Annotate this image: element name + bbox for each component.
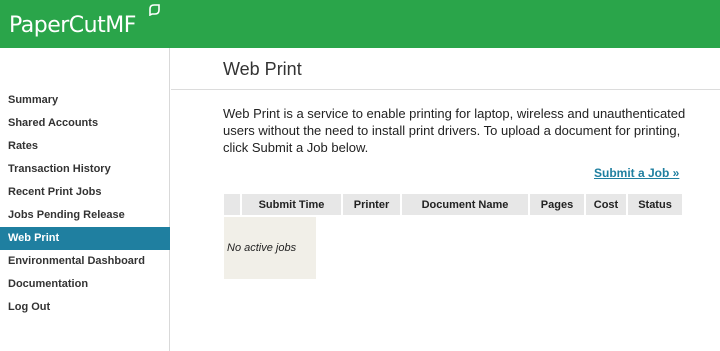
page-title: Web Print [223, 59, 302, 79]
column-header-status[interactable]: Status [628, 194, 682, 215]
top-header: PaperCutMF [0, 0, 720, 48]
empty-jobs-message: No active jobs [224, 217, 316, 279]
column-header-pages[interactable]: Pages [530, 194, 584, 215]
sidebar: Summary Shared Accounts Rates Transactio… [0, 48, 170, 351]
sidebar-item-summary[interactable]: Summary [0, 89, 170, 112]
active-jobs-table: Submit Time Printer Document Name Pages … [222, 194, 684, 215]
sidebar-item-shared-accounts[interactable]: Shared Accounts [0, 112, 170, 135]
sidebar-item-documentation[interactable]: Documentation [0, 273, 170, 296]
column-header-blank [224, 194, 240, 215]
sidebar-item-environmental-dashboard[interactable]: Environmental Dashboard [0, 250, 170, 273]
sidebar-item-recent-print-jobs[interactable]: Recent Print Jobs [0, 181, 170, 204]
column-header-document-name[interactable]: Document Name [402, 194, 528, 215]
sidebar-item-log-out[interactable]: Log Out [0, 296, 170, 319]
logo-text: PaperCutMF [9, 13, 136, 38]
column-header-cost[interactable]: Cost [586, 194, 626, 215]
column-header-printer[interactable]: Printer [343, 194, 400, 215]
intro-text: Web Print is a service to enable printin… [223, 106, 686, 155]
column-header-submit-time[interactable]: Submit Time [242, 194, 341, 215]
logo-leaf-icon [149, 4, 160, 16]
sidebar-item-rates[interactable]: Rates [0, 135, 170, 158]
sidebar-item-transaction-history[interactable]: Transaction History [0, 158, 170, 181]
sidebar-item-jobs-pending-release[interactable]: Jobs Pending Release [0, 204, 170, 227]
sidebar-item-web-print[interactable]: Web Print [0, 227, 170, 250]
papercut-logo[interactable]: PaperCutMF [9, 13, 136, 39]
title-bar: Web Print [171, 48, 720, 90]
sidebar-nav: Summary Shared Accounts Rates Transactio… [0, 89, 170, 319]
submit-job-link[interactable]: Submit a Job » [594, 166, 679, 180]
